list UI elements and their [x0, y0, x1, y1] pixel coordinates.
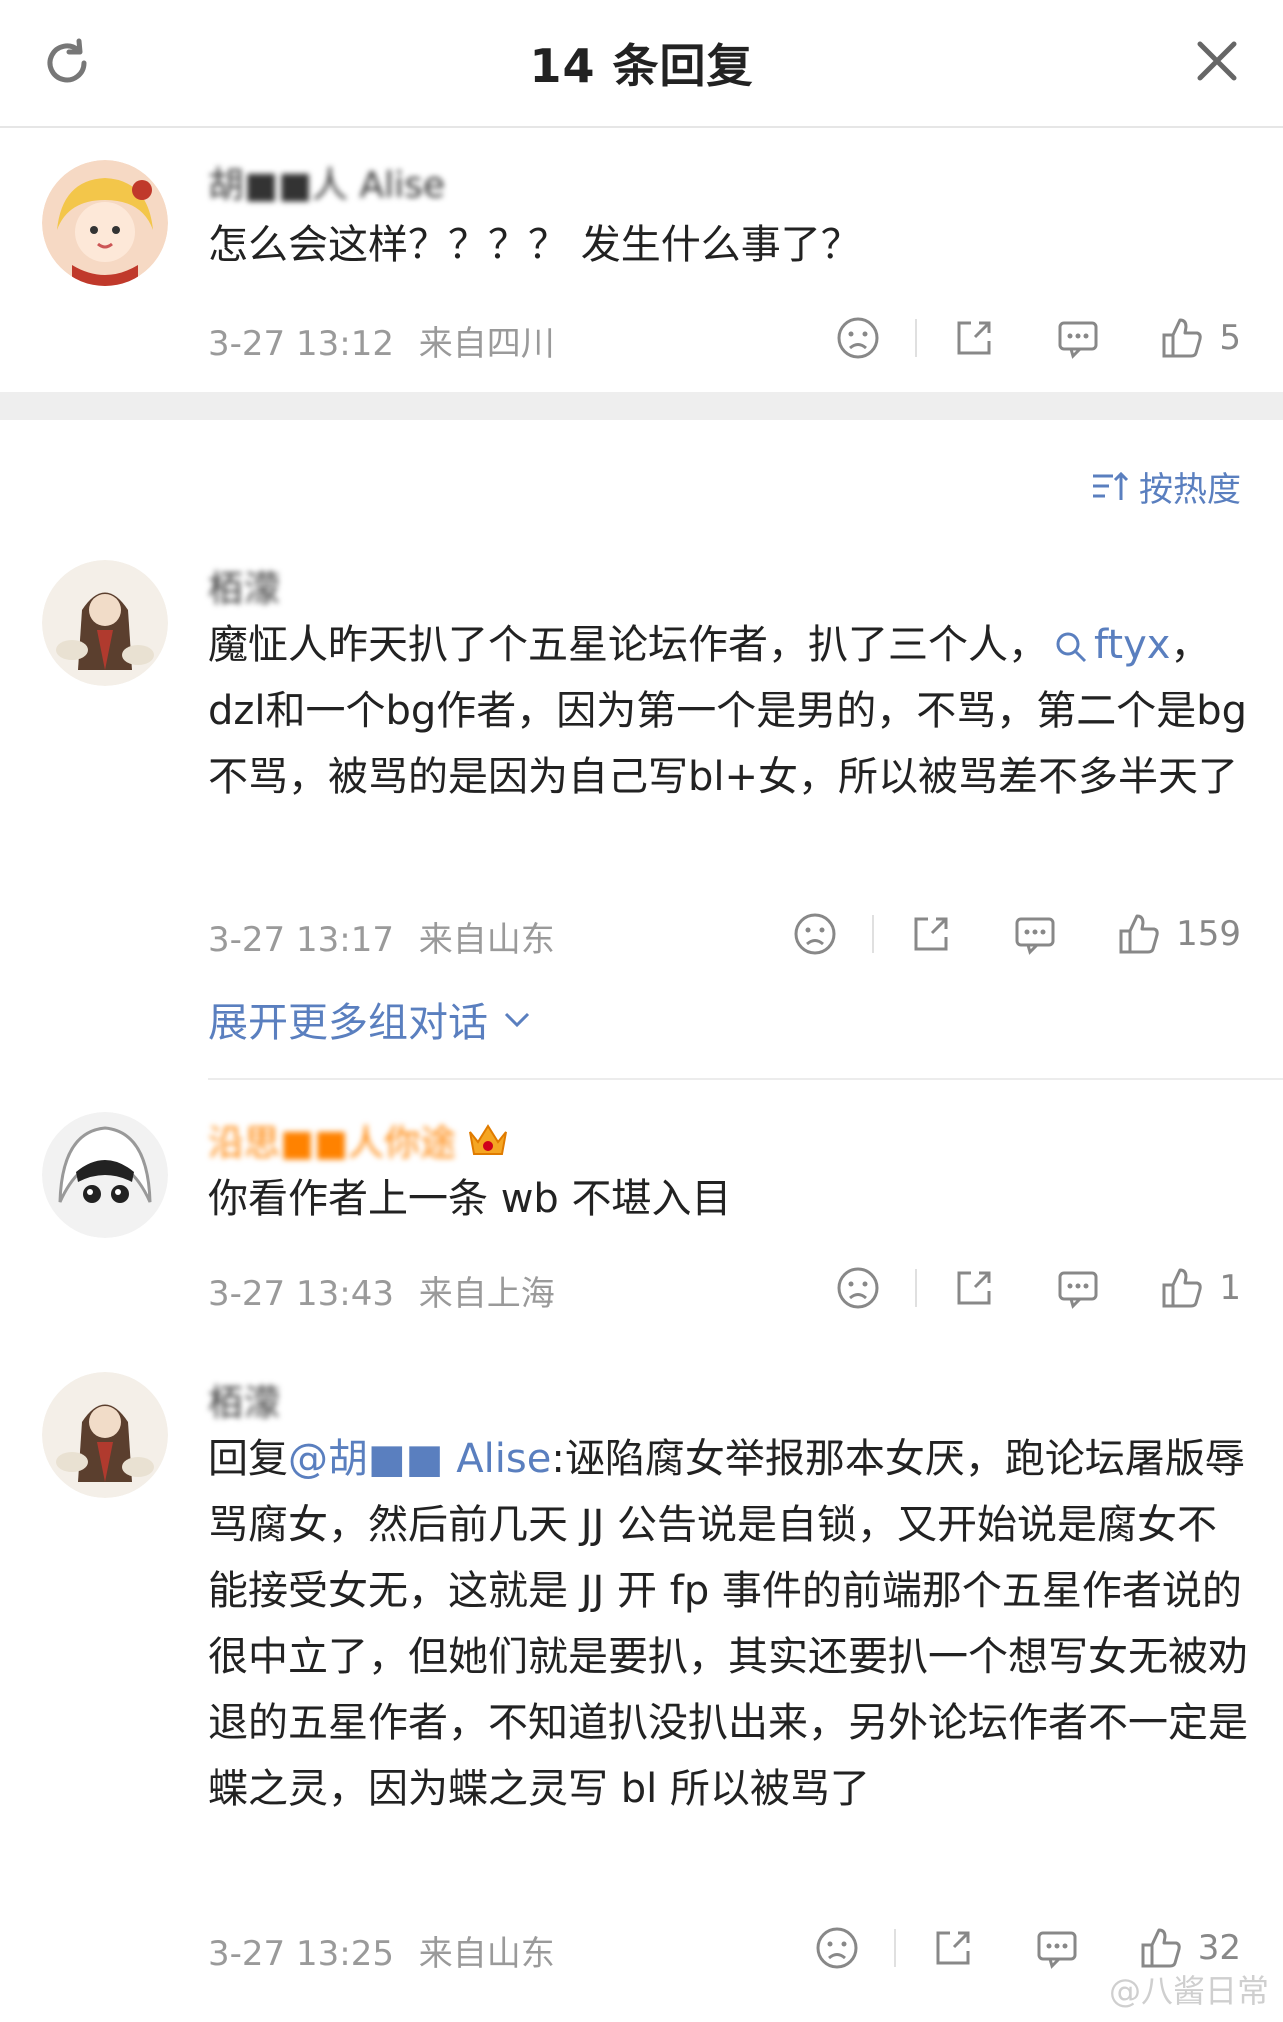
sort-icon: [1093, 471, 1129, 500]
expand-conversation-button[interactable]: 展开更多组对话: [208, 990, 534, 1048]
comment-meta: 3-27 13:17 来自山东: [208, 912, 555, 961]
topic-link[interactable]: ftyx: [1094, 622, 1170, 668]
timestamp: 3-27 13:12: [208, 324, 394, 364]
avatar[interactable]: [42, 1372, 168, 1498]
sort-button[interactable]: 按热度: [1091, 462, 1241, 511]
like-icon[interactable]: [1116, 911, 1162, 957]
divider: [208, 1078, 1283, 1080]
action-bar: 159: [792, 906, 1241, 962]
chevron-down-icon: [504, 1012, 530, 1028]
comment-meta: 3-27 13:25 来自山东: [208, 1926, 555, 1975]
like-count: 5: [1219, 318, 1241, 358]
comment-icon[interactable]: [1012, 911, 1058, 957]
comment-text: 怎么会这样？？？？ 发生什么事了？: [208, 222, 861, 268]
dislike-face-icon[interactable]: [792, 911, 838, 957]
username[interactable]: 沿思■■人你途: [208, 1114, 510, 1166]
root-comment: 胡■■人 Alise 怎么会这样？？？？ 发生什么事了？ 3-27 13:12 …: [0, 126, 1283, 392]
reply-item: 栢濛 回复@胡■■ Alise:诬陷腐女举报那本女厌，跑论坛屠版辱骂腐女，然后前…: [0, 1372, 1283, 1975]
close-icon[interactable]: [1192, 36, 1242, 86]
header-bar: 14 条回复: [0, 0, 1283, 128]
username[interactable]: 胡■■人 Alise: [208, 156, 445, 208]
timestamp: 3-27 13:25: [208, 1934, 394, 1974]
comment-meta: 3-27 13:12 来自四川: [208, 316, 555, 365]
like-count: 1: [1219, 1268, 1241, 1308]
share-icon[interactable]: [951, 1265, 997, 1311]
like-icon[interactable]: [1138, 1925, 1184, 1971]
location: 来自上海: [418, 1274, 555, 1314]
like-icon[interactable]: [1159, 1265, 1205, 1311]
share-icon[interactable]: [930, 1925, 976, 1971]
dislike-face-icon[interactable]: [835, 1265, 881, 1311]
vip-crown-icon: [469, 1124, 508, 1155]
timestamp: 3-27 13:43: [208, 1274, 394, 1314]
like-icon[interactable]: [1159, 315, 1205, 361]
separator: [915, 319, 918, 357]
reply-item: 栢濛 魔怔人昨天扒了个五星论坛作者，扒了三个人， ftyx，dzl和一个bg作者，…: [0, 560, 1283, 1060]
comment-icon[interactable]: [1034, 1925, 1080, 1971]
separator: [872, 915, 875, 953]
dislike-face-icon[interactable]: [835, 315, 881, 361]
search-icon[interactable]: [1054, 630, 1088, 664]
share-icon[interactable]: [908, 911, 954, 957]
action-bar: 1: [835, 1260, 1241, 1316]
comment-text: 回复@胡■■ Alise:诬陷腐女举报那本女厌，跑论坛屠版辱骂腐女，然后前几天 …: [208, 1436, 1248, 1812]
timestamp: 3-27 13:17: [208, 920, 394, 960]
action-bar: 5: [835, 310, 1241, 366]
comment-text: 魔怔人昨天扒了个五星论坛作者，扒了三个人， ftyx，dzl和一个bg作者，因为第…: [208, 622, 1248, 800]
comment-meta: 3-27 13:43 来自上海: [208, 1266, 555, 1315]
watermark: @八酱日常: [1108, 1972, 1269, 2010]
comment-text: 你看作者上一条 wb 不堪入目: [208, 1176, 732, 1222]
dislike-face-icon[interactable]: [814, 1925, 860, 1971]
location: 来自山东: [418, 1934, 555, 1974]
comment-icon[interactable]: [1055, 1265, 1101, 1311]
separator: [915, 1269, 918, 1307]
section-divider: [0, 392, 1283, 420]
avatar[interactable]: [42, 160, 168, 286]
share-icon[interactable]: [951, 315, 997, 361]
comment-icon[interactable]: [1055, 315, 1101, 361]
avatar[interactable]: [42, 1112, 168, 1238]
reply-item: 沿思■■人你途 你看作者上一条 wb 不堪入目 3-27 13:43 来自上海 …: [0, 1110, 1283, 1340]
sort-label: 按热度: [1139, 470, 1241, 510]
username[interactable]: 栢濛: [208, 1374, 280, 1426]
avatar[interactable]: [42, 560, 168, 686]
username[interactable]: 栢濛: [208, 560, 280, 612]
page-title: 14 条回复: [529, 39, 754, 93]
like-count: 32: [1197, 1928, 1241, 1968]
separator: [893, 1929, 896, 1967]
like-count: 159: [1176, 914, 1241, 954]
location: 来自山东: [418, 920, 555, 960]
location: 来自四川: [418, 324, 555, 364]
mention-link[interactable]: @胡■■ Alise: [288, 1436, 551, 1482]
